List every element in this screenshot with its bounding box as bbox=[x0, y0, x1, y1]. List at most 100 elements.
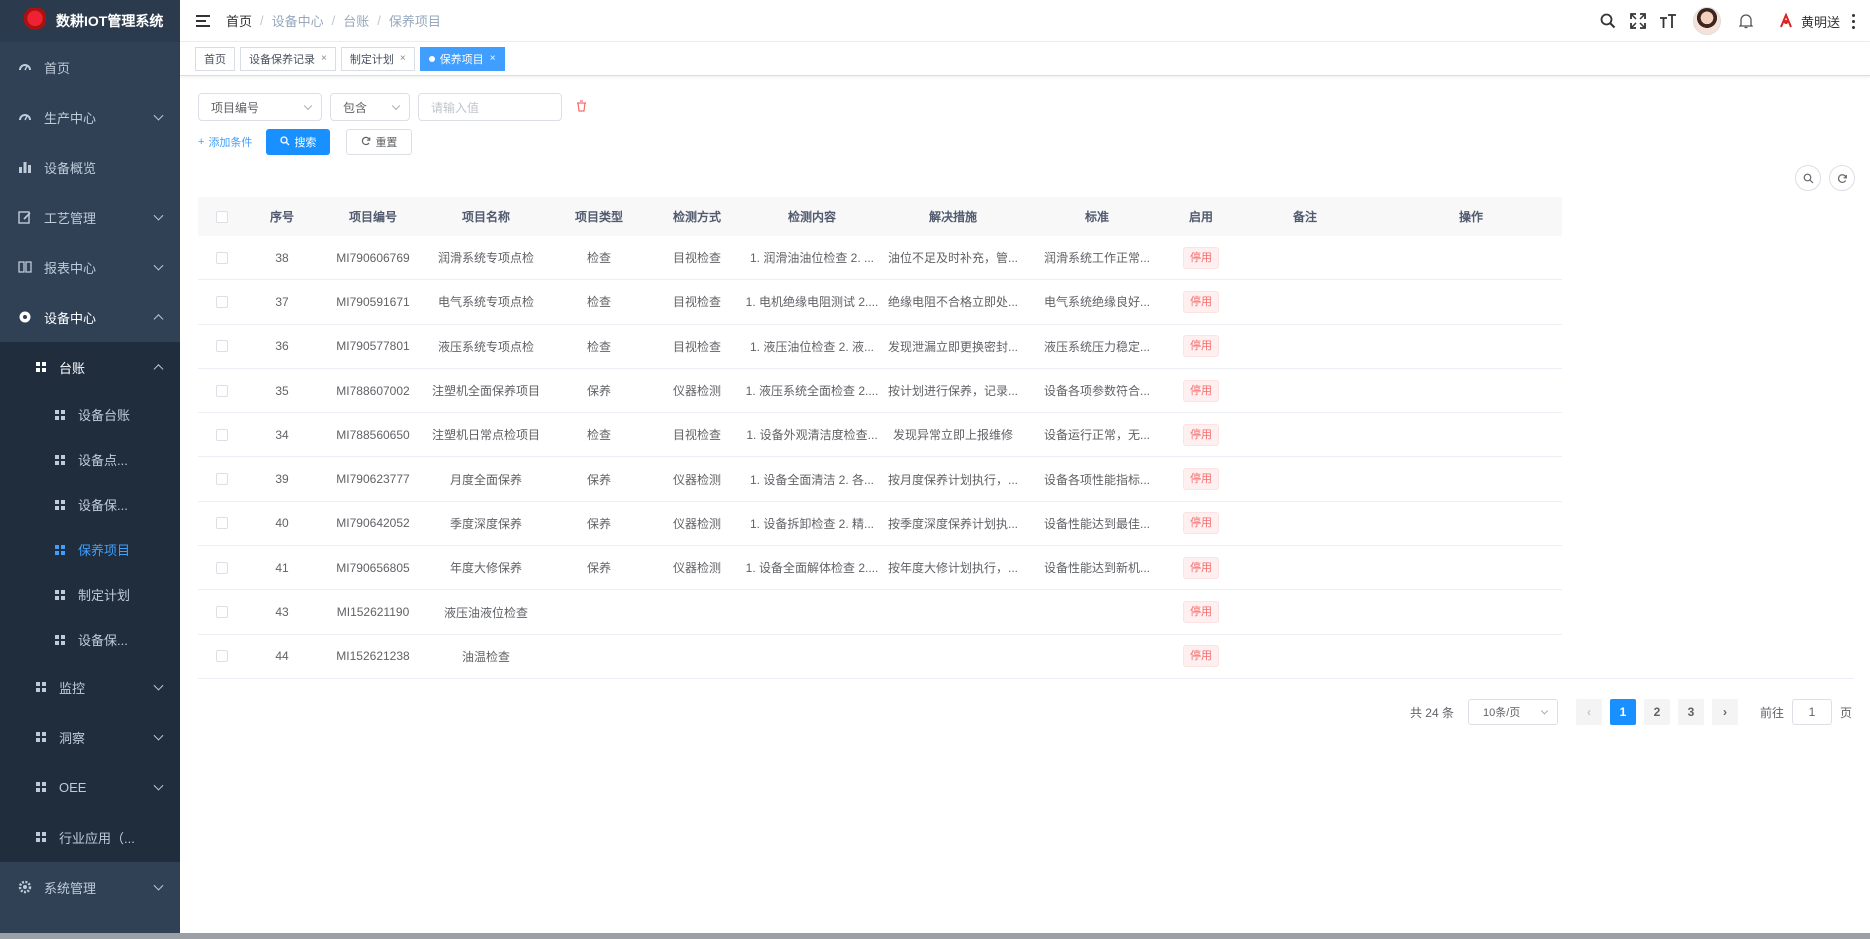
column-header: 备注 bbox=[1292, 210, 1317, 224]
search-button[interactable]: 搜索 bbox=[266, 129, 331, 155]
chevron-down-icon bbox=[391, 101, 401, 111]
sidebar-item-device-ledger[interactable]: 设备台账 bbox=[0, 392, 180, 437]
item-code-cell: MI790642052 bbox=[336, 516, 410, 531]
row-checkbox[interactable] bbox=[198, 606, 246, 619]
sidebar-item-overview[interactable]: 设备概览 bbox=[0, 142, 180, 192]
row-number-cell: 39 bbox=[275, 472, 289, 487]
tag-home[interactable]: 首页 bbox=[195, 46, 235, 71]
status-badge[interactable]: 停用 bbox=[1183, 601, 1219, 624]
sidebar-item-device-maintenance[interactable]: 设备保... bbox=[0, 482, 180, 527]
sidebar-item-industry[interactable]: 行业应用（... bbox=[0, 812, 180, 862]
sidebar-item-reports[interactable]: 报表中心 bbox=[0, 242, 180, 292]
breadcrumb-item[interactable]: 设备中心 bbox=[272, 11, 324, 30]
page-size-select[interactable]: 10条/页 bbox=[1467, 699, 1558, 725]
sidebar-item-oee[interactable]: OEE bbox=[0, 762, 180, 812]
fullscreen-icon[interactable] bbox=[1623, 0, 1653, 42]
sidebar-item-insight[interactable]: 洞察 bbox=[0, 712, 180, 762]
row-checkbox[interactable] bbox=[198, 340, 246, 353]
sidebar-item-home[interactable]: 首页 bbox=[0, 42, 180, 92]
tag-maintenance-items[interactable]: 保养项目 × bbox=[419, 46, 505, 71]
add-condition-button[interactable]: + 添加条件 bbox=[198, 134, 252, 150]
field-select[interactable]: 项目编号 bbox=[198, 93, 322, 121]
user-menu[interactable]: 黄明送 bbox=[1777, 12, 1860, 31]
sidebar-item-label: 洞察 bbox=[59, 730, 86, 746]
row-number-cell: 44 bbox=[275, 649, 289, 664]
grid-icon bbox=[55, 634, 65, 645]
grid-icon bbox=[55, 499, 65, 510]
prev-page-button[interactable]: ‹ bbox=[1575, 699, 1602, 725]
column-header: 检测方式 bbox=[672, 210, 721, 224]
bell-icon[interactable] bbox=[1731, 0, 1761, 42]
chevron-down-icon bbox=[153, 780, 164, 791]
tag-maintenance-record[interactable]: 设备保养记录 × bbox=[240, 46, 336, 71]
item-name-cell: 液压油液位检查 bbox=[443, 605, 528, 620]
tag-label: 首页 bbox=[204, 53, 226, 66]
username: 黄明送 bbox=[1800, 14, 1840, 30]
page-button[interactable]: 2 bbox=[1643, 699, 1670, 725]
search-icon[interactable] bbox=[1593, 0, 1623, 42]
reset-button[interactable]: 重置 bbox=[346, 129, 413, 155]
status-badge[interactable]: 停用 bbox=[1183, 512, 1219, 535]
row-checkbox[interactable] bbox=[198, 650, 246, 663]
more-vertical-icon[interactable] bbox=[1846, 13, 1860, 29]
close-icon[interactable]: × bbox=[321, 53, 327, 64]
status-badge[interactable]: 停用 bbox=[1183, 335, 1219, 358]
sidebar-item-process[interactable]: 工艺管理 bbox=[0, 192, 180, 242]
sidebar-item-monitor[interactable]: 监控 bbox=[0, 662, 180, 712]
menu-toggle-icon[interactable] bbox=[196, 14, 212, 28]
avatar[interactable] bbox=[1692, 7, 1721, 35]
sidebar-item-label: 报表中心 bbox=[44, 260, 97, 276]
row-checkbox[interactable] bbox=[198, 517, 246, 530]
top-header: 首页 / 设备中心 / 台账 / 保养项目 黄明送 bbox=[180, 0, 1870, 42]
breadcrumb-item[interactable]: 首页 bbox=[226, 11, 252, 30]
goto-page-input[interactable]: 1 bbox=[1791, 699, 1832, 725]
sidebar-item-device-maintenance-record[interactable]: 设备保... bbox=[0, 617, 180, 662]
status-cell: 停用 bbox=[1172, 290, 1230, 313]
tag-make-plan[interactable]: 制定计划 × bbox=[340, 46, 415, 71]
value-input[interactable]: 请输入值 bbox=[418, 93, 562, 121]
row-checkbox[interactable] bbox=[198, 384, 246, 397]
row-checkbox[interactable] bbox=[198, 251, 246, 264]
next-page-button[interactable]: › bbox=[1711, 699, 1738, 725]
breadcrumb-item[interactable]: 台账 bbox=[343, 11, 369, 30]
sidebar-item-label: OEE bbox=[59, 779, 87, 795]
page-button[interactable]: 1 bbox=[1609, 699, 1636, 725]
row-checkbox[interactable] bbox=[198, 473, 246, 486]
row-checkbox[interactable] bbox=[198, 561, 246, 574]
sidebar-item-make-plan[interactable]: 制定计划 bbox=[0, 572, 180, 617]
sidebar-item-device-inspection[interactable]: 设备点... bbox=[0, 437, 180, 482]
font-size-icon[interactable] bbox=[1653, 0, 1683, 42]
row-checkbox[interactable] bbox=[198, 428, 246, 441]
chevron-down-icon bbox=[153, 110, 164, 121]
status-badge[interactable]: 停用 bbox=[1183, 379, 1219, 402]
sidebar-item-equipment[interactable]: 设备中心 bbox=[0, 292, 180, 342]
inspection-content-cell: 1. 润滑油油位检查 2. ... bbox=[749, 251, 875, 266]
page-button[interactable]: 3 bbox=[1677, 699, 1704, 725]
refresh-button[interactable] bbox=[1829, 165, 1855, 191]
chevron-up-icon bbox=[153, 314, 164, 325]
status-badge[interactable]: 停用 bbox=[1183, 468, 1219, 491]
grid-icon bbox=[55, 544, 65, 555]
item-type-cell: 保养 bbox=[586, 561, 611, 576]
standard-cell: 设备性能达到最佳... bbox=[1043, 516, 1150, 531]
sidebar-item-maintenance-items[interactable]: 保养项目 bbox=[0, 527, 180, 572]
sidebar-item-system[interactable]: 系统管理 bbox=[0, 862, 180, 912]
delete-condition-icon[interactable] bbox=[576, 99, 587, 115]
tag-label: 制定计划 bbox=[349, 53, 394, 66]
sidebar-item-production[interactable]: 生产中心 bbox=[0, 92, 180, 142]
operator-select[interactable]: 包含 bbox=[330, 93, 410, 121]
select-all-checkbox[interactable] bbox=[198, 210, 246, 223]
row-number-cell: 34 bbox=[275, 427, 289, 442]
close-icon[interactable]: × bbox=[400, 53, 406, 64]
grid-icon bbox=[55, 409, 65, 420]
row-checkbox[interactable] bbox=[198, 295, 246, 308]
status-badge[interactable]: 停用 bbox=[1183, 246, 1219, 269]
sidebar-item-ledger[interactable]: 台账 bbox=[0, 342, 180, 392]
close-icon[interactable]: × bbox=[490, 53, 496, 64]
status-badge[interactable]: 停用 bbox=[1183, 290, 1219, 313]
status-badge[interactable]: 停用 bbox=[1183, 645, 1219, 668]
status-badge[interactable]: 停用 bbox=[1183, 423, 1219, 446]
status-badge[interactable]: 停用 bbox=[1183, 556, 1219, 579]
chevron-up-icon bbox=[153, 364, 164, 375]
toggle-search-button[interactable] bbox=[1795, 165, 1821, 191]
